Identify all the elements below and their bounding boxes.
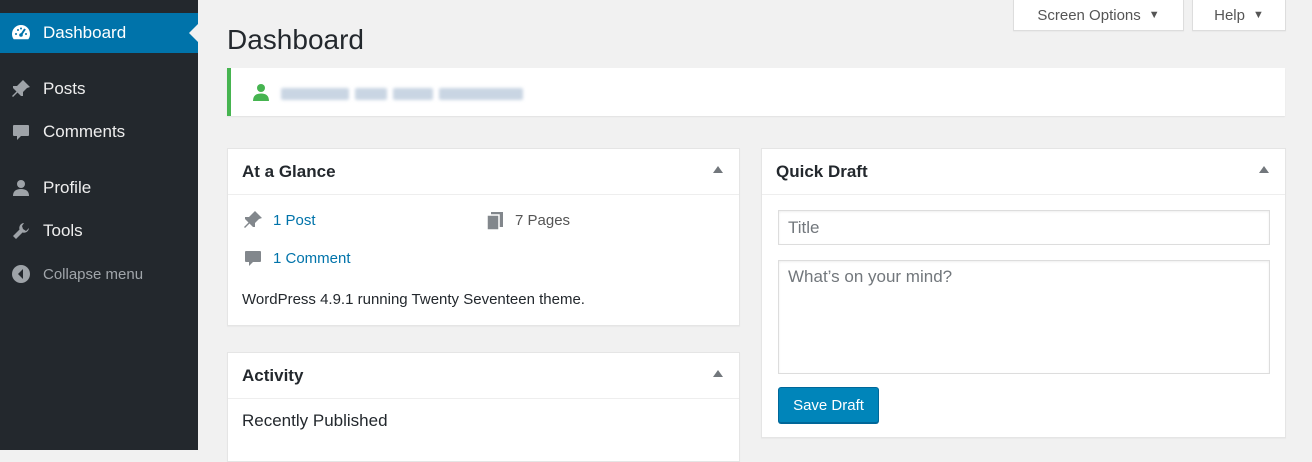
welcome-notice: [227, 68, 1285, 116]
quick-draft-widget: Quick Draft Save Draft: [761, 148, 1286, 438]
posts-count-link[interactable]: 1 Post: [273, 212, 316, 229]
sidebar-item-label: Posts: [43, 79, 86, 98]
pin-icon: [242, 209, 264, 231]
glance-pages: 7 Pages: [484, 209, 570, 231]
version-info: WordPress 4.9.1 running Twenty Seventeen…: [242, 291, 585, 308]
glance-posts: 1 Post: [242, 209, 316, 231]
redacted-text: [355, 88, 387, 100]
draft-content-textarea[interactable]: [778, 260, 1270, 374]
activity-widget: Activity Recently Published: [227, 352, 740, 462]
collapse-toggle-icon[interactable]: [1259, 166, 1269, 173]
redacted-text: [281, 88, 349, 100]
redacted-text: [393, 88, 433, 100]
comment-icon: [10, 121, 32, 143]
pages-icon: [484, 209, 506, 231]
activity-header: Activity: [228, 353, 739, 399]
redacted-text: [439, 88, 523, 100]
dashboard-icon: [10, 22, 32, 44]
wrench-icon: [10, 220, 32, 242]
sidebar-item-tools[interactable]: Tools: [0, 211, 198, 251]
sidebar-item-label: Dashboard: [43, 23, 127, 42]
page-title: Dashboard: [227, 24, 364, 55]
quick-draft-header: Quick Draft: [762, 149, 1285, 195]
collapse-menu-button[interactable]: Collapse menu: [0, 254, 198, 294]
sidebar-item-comments[interactable]: Comments: [0, 112, 198, 152]
sidebar-item-posts[interactable]: Posts: [0, 69, 198, 109]
user-icon: [10, 177, 32, 199]
sidebar-item-label: Profile: [43, 178, 92, 197]
sidebar-item-label: Tools: [43, 221, 83, 240]
collapse-arrow-icon: [10, 263, 32, 285]
pin-icon: [10, 78, 32, 100]
screen-options-button[interactable]: Screen Options ▼: [1013, 0, 1184, 31]
user-icon: [251, 82, 271, 107]
at-a-glance-header: At a Glance: [228, 149, 739, 195]
screen-options-label: Screen Options: [1037, 6, 1141, 24]
widget-title: Activity: [242, 365, 304, 385]
sidebar-item-profile[interactable]: Profile: [0, 168, 198, 208]
sidebar-item-label: Collapse menu: [43, 265, 144, 283]
sidebar-item-label: Comments: [43, 122, 126, 141]
widget-title: Quick Draft: [776, 161, 868, 181]
sidebar-item-dashboard[interactable]: Dashboard: [0, 13, 198, 53]
comments-count-link[interactable]: 1 Comment: [273, 250, 351, 267]
draft-title-input[interactable]: [778, 210, 1270, 245]
comment-icon: [242, 247, 264, 269]
collapse-toggle-icon[interactable]: [713, 166, 723, 173]
triangle-down-icon: ▼: [1252, 9, 1264, 21]
collapse-toggle-icon[interactable]: [713, 370, 723, 377]
admin-sidebar: Dashboard Posts Comments Profile Tools C…: [0, 0, 198, 450]
glance-comments: 1 Comment: [242, 247, 351, 269]
help-button[interactable]: Help ▼: [1192, 0, 1286, 31]
at-a-glance-widget: At a Glance 1 Post 7 Pages 1 Comment Wor…: [227, 148, 740, 326]
triangle-down-icon: ▼: [1148, 9, 1160, 21]
help-label: Help: [1214, 6, 1245, 24]
widget-title: At a Glance: [242, 161, 336, 181]
save-draft-button[interactable]: Save Draft: [778, 387, 879, 423]
pages-count-text[interactable]: 7 Pages: [515, 212, 570, 229]
recently-published-heading: Recently Published: [242, 411, 388, 430]
